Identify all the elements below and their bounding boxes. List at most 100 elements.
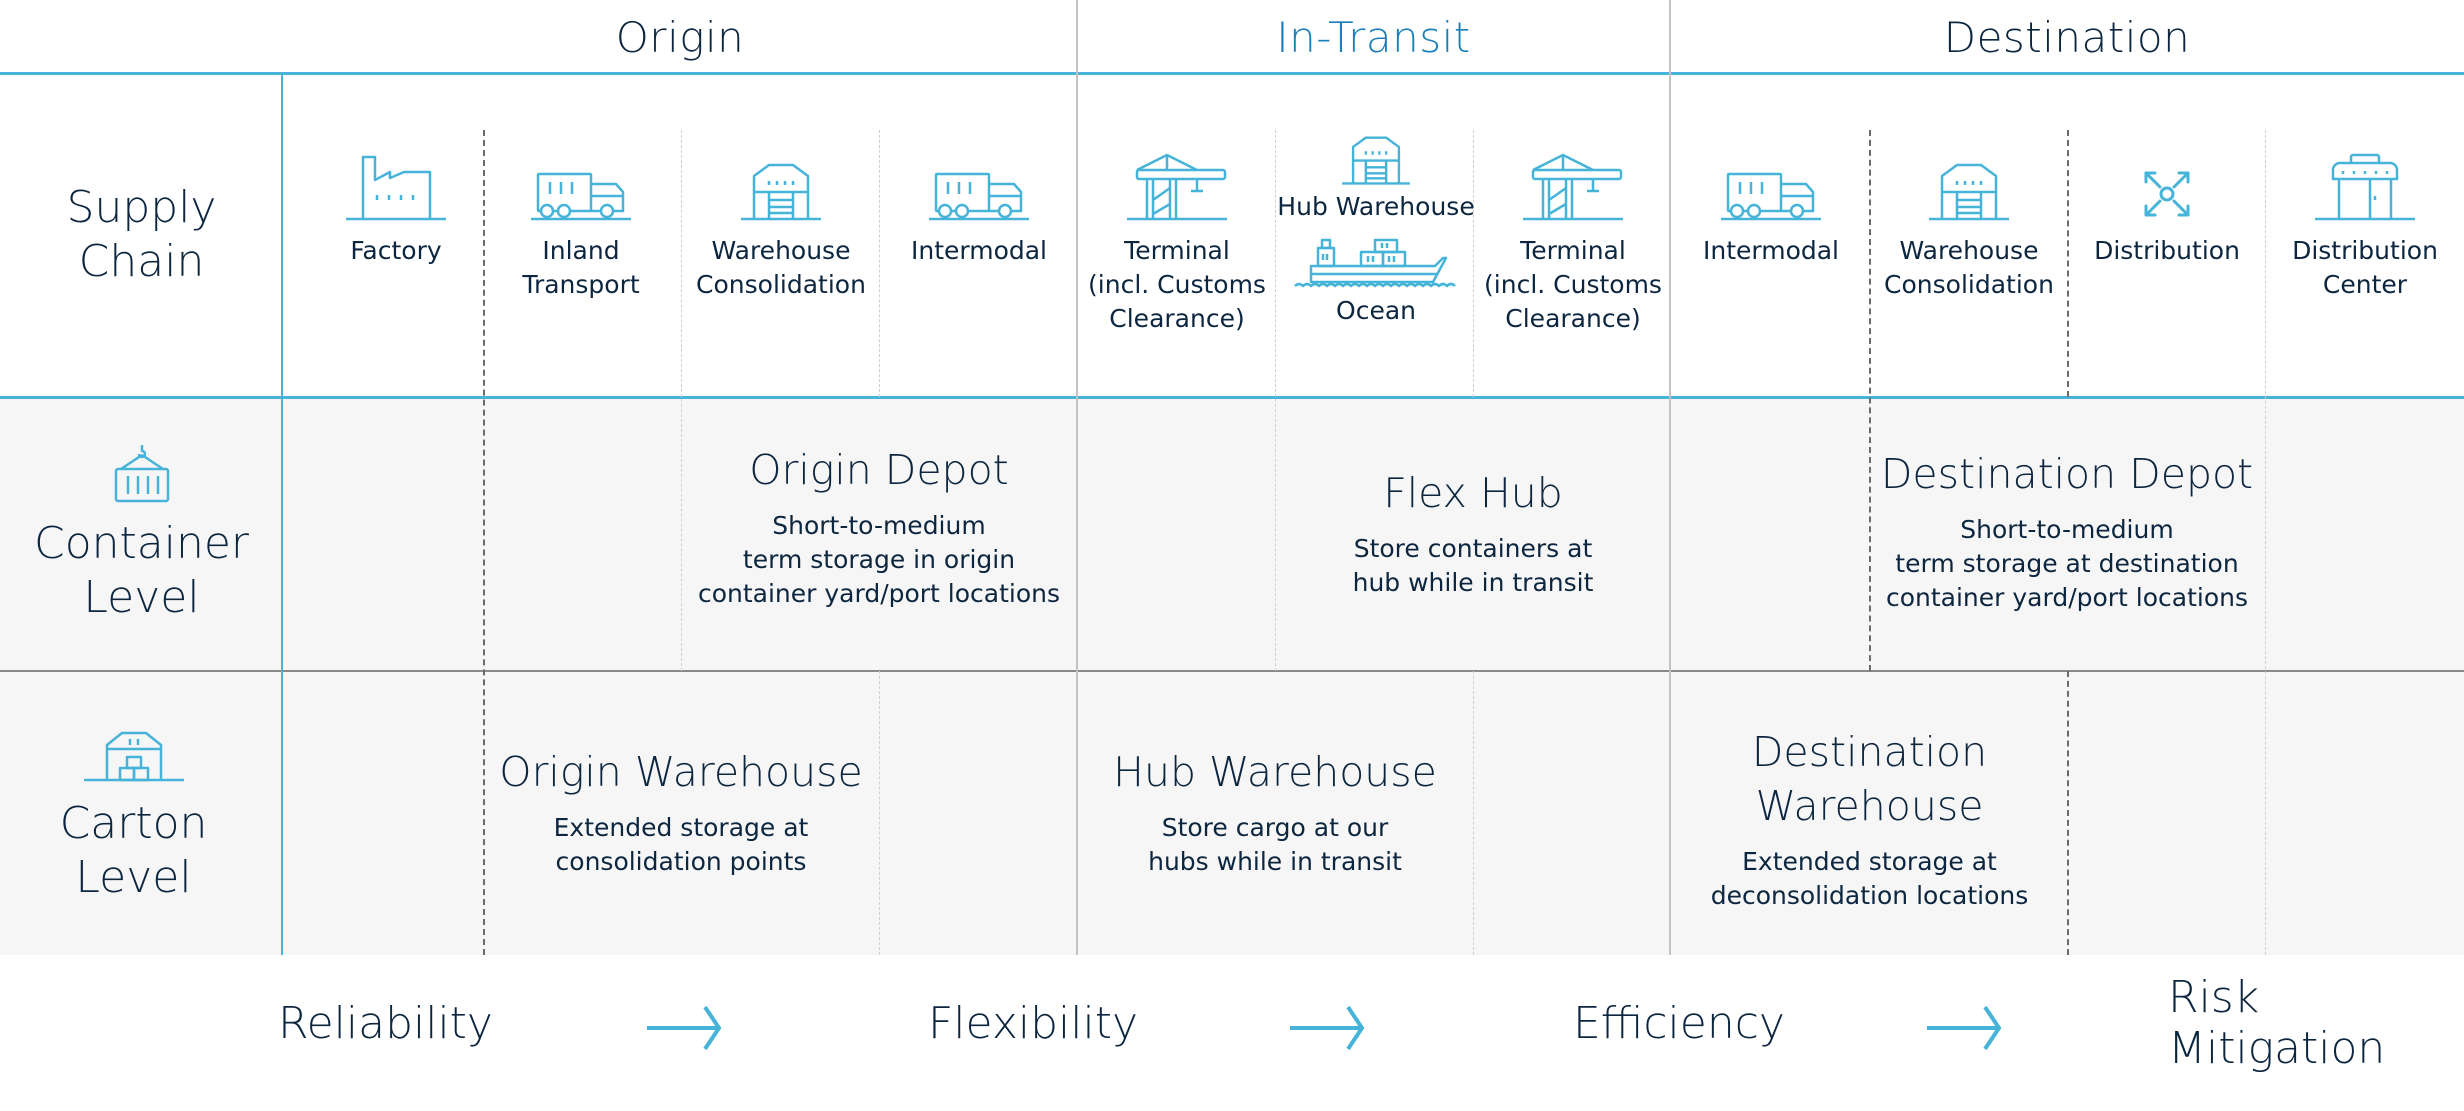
card-description-line: consolidation points — [555, 847, 807, 876]
stage-origin-title: Origin — [615, 12, 745, 62]
supply-chain-row-divider — [0, 396, 2464, 399]
card-description: Short-to-medium term storage at destinat… — [1886, 513, 2248, 615]
card-description: Extended storage at consolidation points — [554, 811, 809, 879]
step-label: Distribution Center — [2292, 234, 2438, 302]
factory-icon — [346, 155, 446, 221]
step-label-line: Inland — [542, 236, 620, 265]
truck-icon — [1721, 172, 1821, 221]
card-title-line: Destination — [1751, 728, 1988, 776]
step-label-line: Clearance) — [1505, 304, 1641, 333]
stage-destination-title: Destination — [1943, 12, 2191, 62]
step-inland-transport: Inland Transport — [481, 152, 681, 302]
step-label: Terminal (incl. Customs Clearance) — [1484, 234, 1662, 336]
step-label-line: Center — [2322, 270, 2408, 299]
step-hub-warehouse-ocean: Hub Warehouse Ocean — [1276, 130, 1476, 328]
card-description-line: term storage at destination — [1895, 549, 2239, 578]
row-label-carton: Carton Level — [0, 672, 275, 955]
step-terminal-origin: Terminal (incl. Customs Clearance) — [1077, 152, 1277, 336]
step-label-line: Terminal — [1124, 236, 1230, 265]
step-warehouse-consolidation-destination: Warehouse Consolidation — [1869, 152, 2069, 302]
step-label-line: Distribution — [2292, 236, 2438, 265]
card-title: Destination Warehouse — [1752, 725, 1987, 833]
card-destination-warehouse: Destination Warehouse Extended storage a… — [1670, 725, 2069, 913]
arrow-right-icon — [1927, 1005, 2002, 1051]
row-label-line: Chain — [78, 236, 205, 287]
step-label: Factory — [350, 236, 442, 265]
card-description: Store containers at hub while in transit — [1353, 532, 1594, 600]
container-row-divider — [0, 670, 2464, 672]
step-label: Intermodal — [910, 236, 1048, 265]
benefit-flexibility: Flexibility — [928, 997, 1138, 1049]
subcolumn-divider — [879, 671, 880, 955]
step-distribution: Distribution — [2067, 152, 2267, 268]
row-label-line: Supply — [66, 182, 217, 233]
step-label-line: Transport — [522, 270, 640, 299]
step-factory: Factory — [296, 152, 496, 268]
card-origin-warehouse: Origin Warehouse Extended storage at con… — [483, 745, 879, 879]
row-label-supply-chain: Supply Chain — [0, 74, 283, 396]
step-label: Warehouse Consolidation — [1884, 234, 2054, 302]
truck-icon — [531, 172, 631, 221]
step-distribution-center: Distribution Center — [2265, 152, 2464, 302]
card-description-line: Short-to-medium — [1960, 515, 2174, 544]
card-title: Destination Depot — [1880, 450, 2254, 498]
row-label-line: Level — [83, 572, 200, 623]
step-label-line: Consolidation — [1884, 270, 2054, 299]
card-destination-depot: Destination Depot Short-to-medium term s… — [1869, 447, 2265, 615]
card-description-line: Store cargo at our — [1161, 813, 1389, 842]
step-label: Terminal (incl. Customs Clearance) — [1088, 234, 1266, 336]
step-intermodal-destination: Intermodal — [1671, 152, 1871, 268]
warehouse-icon — [1342, 136, 1410, 185]
benefit-reliability: Reliability — [278, 997, 493, 1049]
benefit-efficiency: Efficiency — [1573, 997, 1785, 1049]
warehouse-icon — [1929, 163, 2009, 221]
card-title-line: Warehouse — [1755, 782, 1984, 830]
step-intermodal-origin: Intermodal — [879, 152, 1079, 268]
card-description: Store cargo at our hubs while in transit — [1148, 811, 1402, 879]
step-label-line: Warehouse — [1899, 236, 2039, 265]
arrow-right-icon — [647, 1005, 722, 1051]
crane-icon — [1127, 153, 1227, 221]
crane-icon — [1523, 153, 1623, 221]
card-title: Origin Warehouse — [499, 748, 863, 796]
warehouse-icon — [741, 163, 821, 221]
carton-warehouse-icon — [83, 731, 184, 781]
card-description-line: hub while in transit — [1352, 568, 1594, 597]
store-icon — [2315, 153, 2415, 221]
distribution-arrows-icon — [2144, 171, 2190, 217]
subcolumn-divider — [1473, 671, 1474, 955]
step-label: Hub Warehouse — [1277, 192, 1475, 221]
card-description-line: container yard/port locations — [697, 579, 1061, 608]
row-label-container: Container Level — [0, 398, 283, 670]
step-label-line: Terminal — [1520, 236, 1626, 265]
card-description: Short-to-medium term storage in origin c… — [698, 509, 1060, 611]
step-label-line: Clearance) — [1109, 304, 1245, 333]
card-description-line: Extended storage at — [553, 813, 809, 842]
card-title: Hub Warehouse — [1113, 748, 1437, 796]
card-description-line: deconsolidation locations — [1710, 881, 2029, 910]
card-title: Flex Hub — [1383, 469, 1563, 517]
stage-in-transit-title: In-Transit — [1276, 12, 1471, 62]
card-description: Extended storage at deconsolidation loca… — [1711, 845, 2029, 913]
card-hub-warehouse: Hub Warehouse Store cargo at our hubs wh… — [1077, 745, 1473, 879]
arrow-right-icon — [1290, 1005, 1365, 1051]
card-origin-depot: Origin Depot Short-to-medium term storag… — [681, 443, 1077, 611]
card-description-line: Store containers at — [1353, 534, 1593, 563]
card-flex-hub: Flex Hub Store containers at hub while i… — [1275, 466, 1671, 600]
ship-icon — [1294, 238, 1456, 288]
card-description-line: hubs while in transit — [1148, 847, 1402, 876]
header-divider — [0, 72, 2464, 75]
card-title: Origin Depot — [749, 446, 1009, 494]
card-description-line: container yard/port locations — [1885, 583, 2249, 612]
row-label-line: Container — [33, 518, 249, 569]
row-label-line: Carton — [59, 797, 208, 849]
card-description-line: Extended storage at — [1742, 847, 1997, 876]
step-label: Warehouse Consolidation — [696, 234, 866, 302]
step-terminal-destination: Terminal (incl. Customs Clearance) — [1473, 152, 1673, 336]
card-description-line: Short-to-medium — [772, 511, 986, 540]
step-label: Ocean — [1336, 296, 1416, 325]
step-label-line: (incl. Customs — [1484, 270, 1662, 299]
benefit-risk-mitigation: Risk Mitigation — [2168, 972, 2386, 1074]
step-label: Intermodal — [1702, 236, 1840, 265]
row-label-line: Level — [75, 851, 192, 903]
